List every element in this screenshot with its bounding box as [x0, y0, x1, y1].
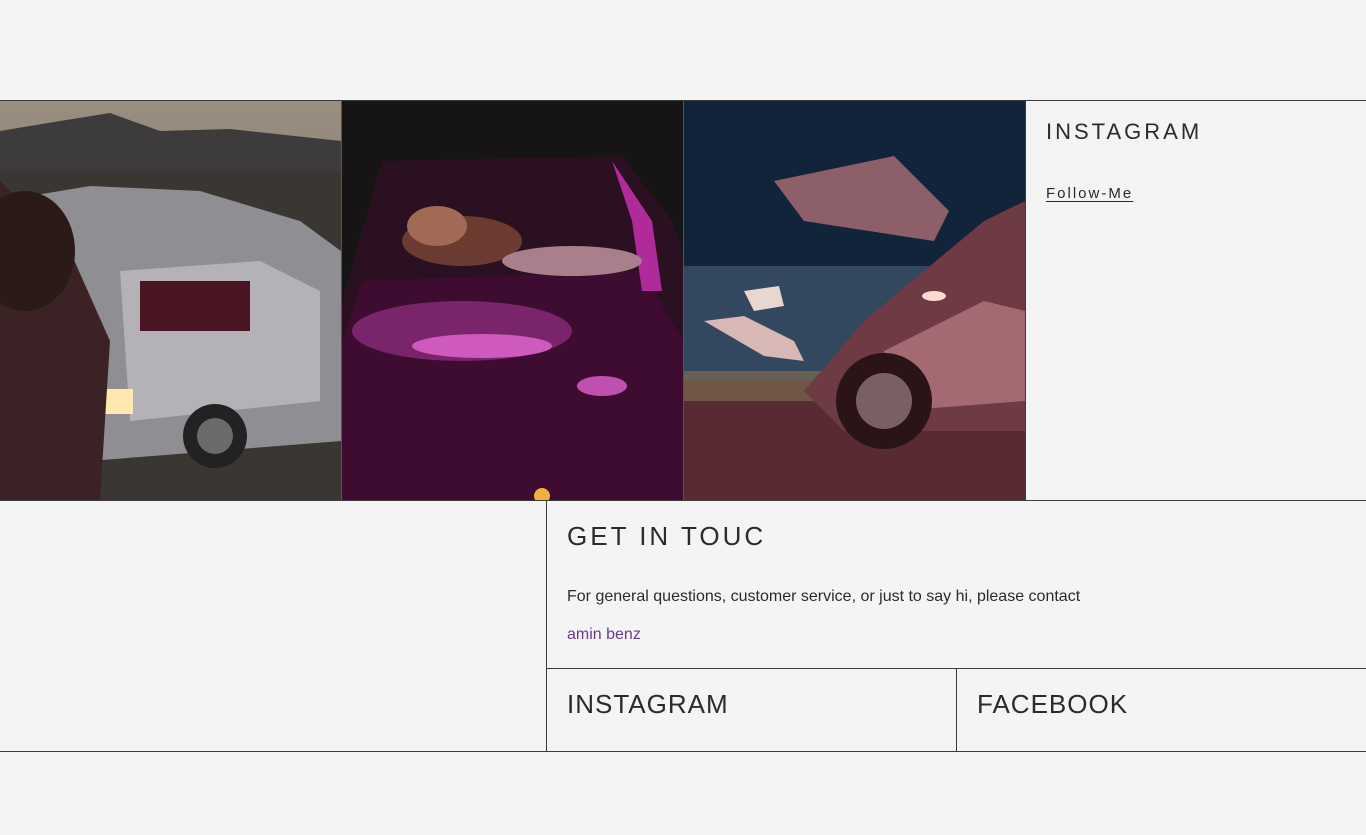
photo-magenta-car-image [342, 101, 683, 500]
contact-description: For general questions, customer service,… [567, 588, 1081, 605]
contact-title: GET IN TOUC [567, 521, 767, 551]
gallery-photo-2[interactable] [341, 101, 683, 500]
facebook-link[interactable]: FACEBOOK [956, 669, 1366, 751]
bottom-divider [0, 751, 1366, 752]
instagram-gallery: INSTAGRAM Follow-Me [0, 100, 1366, 501]
gallery-photo-1[interactable] [0, 101, 341, 500]
gallery-photo-3[interactable] [683, 101, 1025, 500]
photo-desert-car-image [0, 101, 341, 500]
instagram-link[interactable]: INSTAGRAM [547, 669, 956, 751]
contact-link[interactable]: amin benz [567, 626, 641, 644]
follow-me-link[interactable]: Follow-Me [1046, 185, 1133, 202]
contact-section: GET IN TOUC For general questions, custo… [546, 501, 1366, 752]
social-links-row: INSTAGRAM FACEBOOK [547, 669, 1366, 751]
instagram-title: INSTAGRAM [1046, 119, 1203, 144]
instagram-panel: INSTAGRAM Follow-Me [1025, 101, 1366, 500]
photo-night-car-image [684, 101, 1025, 500]
contact-body: GET IN TOUC For general questions, custo… [547, 501, 1366, 669]
